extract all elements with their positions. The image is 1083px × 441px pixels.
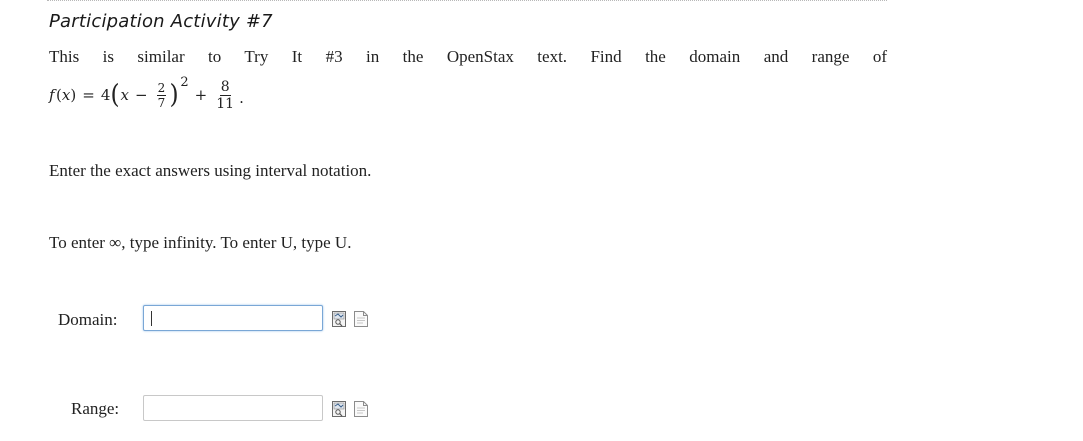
help-document-icon[interactable]: [354, 311, 368, 327]
activity-title: Participation Activity #7: [49, 11, 273, 32]
instruction-exact: Enter the exact answers using interval n…: [49, 161, 372, 180]
top-divider: [47, 0, 887, 1]
preview-icon[interactable]: [332, 311, 346, 327]
domain-label: Domain:: [58, 310, 118, 329]
constant-numerator: 8: [219, 78, 231, 96]
constant-fraction: 8 11: [216, 80, 234, 111]
question-intro: This is similar to Try It #3 in the Open…: [49, 47, 887, 66]
text-caret: [151, 311, 152, 326]
range-label: Range:: [71, 399, 120, 418]
range-input[interactable]: [143, 395, 323, 421]
help-document-icon[interactable]: [354, 401, 368, 417]
inner-variable: x: [120, 86, 129, 104]
domain-input[interactable]: [143, 305, 323, 331]
exponent: 2: [180, 74, 189, 90]
instruction-symbols: To enter ∞, type infinity. To enter U, t…: [49, 233, 352, 252]
constant-denominator: 11: [216, 95, 235, 112]
function-formula: f (x) = 4 ( x − 2 7 ) 2 + 8 11 .: [49, 74, 244, 112]
coefficient: 4: [100, 86, 111, 104]
inner-denominator: 7: [157, 95, 166, 110]
function-variable: x: [61, 86, 71, 104]
inner-numerator: 2: [156, 80, 167, 96]
preview-icon[interactable]: [332, 401, 346, 417]
inner-fraction: 2 7: [156, 80, 167, 110]
